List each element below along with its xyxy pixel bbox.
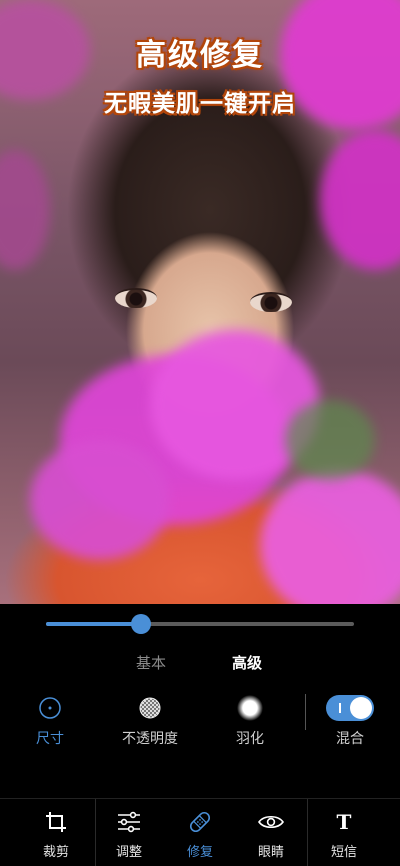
circle-dot-icon [39,697,61,719]
tab-basic[interactable]: 基本 [136,652,166,673]
photo-canvas[interactable]: 高级修复 无暇美肌一键开启 [0,0,400,604]
edit-panel: 基本 高级 尺寸 不透明度 羽化 混合 裁剪 调整 修复 眼睛 T 短信 [0,604,400,866]
nav-crop[interactable]: 裁剪 [22,809,90,860]
nav-label: 裁剪 [42,845,69,860]
tool-blend[interactable]: 混合 [305,694,395,748]
headline-subtitle: 无暇美肌一键开启 [104,91,296,117]
text-icon: T [336,810,352,834]
nav-separator [307,799,308,866]
blend-toggle[interactable] [326,695,374,721]
nav-eyes[interactable]: 眼睛 [237,809,305,860]
slider-fill [46,622,142,626]
flower-blob [30,440,170,560]
bandage-icon [189,811,211,833]
bottom-toolbar: 裁剪 调整 修复 眼睛 T 短信 [0,798,400,866]
sliders-icon [118,811,140,833]
soft-circle-icon [237,695,263,721]
crop-icon [46,812,66,832]
nav-adjust[interactable]: 调整 [95,809,163,860]
left-eye [115,288,157,308]
tool-label: 尺寸 [36,731,64,747]
checker-circle-icon [139,697,161,719]
flower-blob [260,470,400,604]
headline-title: 高级修复 [136,38,264,73]
toggle-knob [350,697,372,719]
flower-blob [0,150,50,270]
tool-size[interactable]: 尺寸 [5,694,95,748]
nav-label: 调整 [115,845,142,860]
mode-tabs: 基本 高级 [0,652,400,676]
tool-feather[interactable]: 羽化 [205,694,295,748]
slider-thumb[interactable] [131,614,152,634]
nav-text[interactable]: T 短信 [310,809,378,860]
right-eye [250,292,292,312]
nav-label: 修复 [186,845,213,860]
tool-label: 混合 [336,731,364,747]
promo-headline: 高级修复 无暇美肌一键开启 [0,30,400,118]
leaf-blob [285,400,375,480]
tool-label: 不透明度 [122,731,178,747]
toggle-on-mark [339,703,341,713]
flower-blob [320,130,400,270]
tab-advanced[interactable]: 高级 [232,652,262,673]
nav-label: 眼睛 [257,845,284,860]
nav-label: 短信 [330,845,357,860]
nav-repair[interactable]: 修复 [166,809,234,860]
eye-icon [258,815,284,829]
tool-label: 羽化 [236,731,264,747]
strength-slider[interactable] [46,614,354,634]
brush-tools: 尺寸 不透明度 羽化 混合 [0,694,400,754]
tool-opacity[interactable]: 不透明度 [105,694,195,748]
